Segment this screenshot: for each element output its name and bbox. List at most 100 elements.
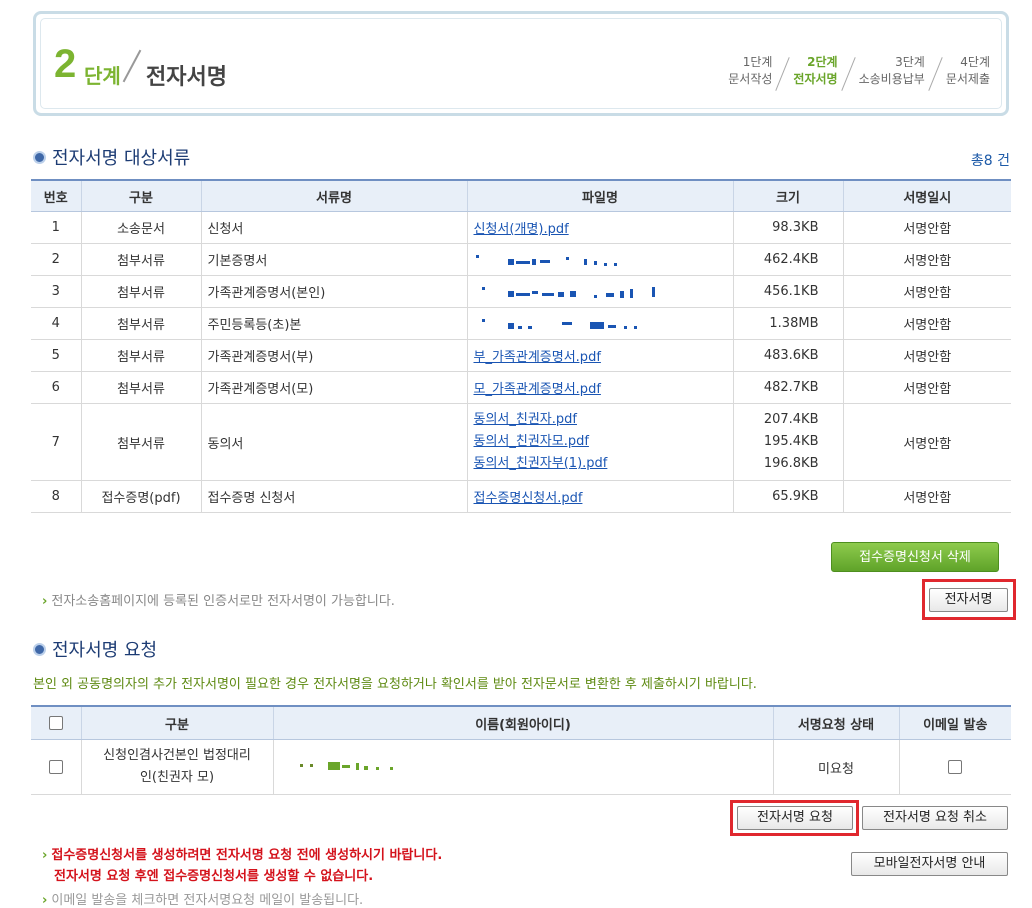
row-category: 접수증명(pdf) <box>80 480 201 513</box>
file-link[interactable]: 동의서_친권자모.pdf <box>474 431 733 453</box>
step-header: 2 단계 전자서명 1단계 문서작성 2단계 전자서명 3단계 소송비용납부 4… <box>33 11 1009 116</box>
row-doc-name: 가족관계증명서(본인) <box>200 275 467 308</box>
row-size: 195.4KB <box>763 434 819 449</box>
row-signed: 서명안함 <box>842 211 1011 244</box>
file-link[interactable]: 모_가족관계증명서.pdf <box>474 382 601 397</box>
col-number: 번호 <box>31 179 81 212</box>
total-count: 총8 건 <box>970 153 1010 169</box>
row-doc-name: 주민등록등(초)본 <box>200 307 467 340</box>
redacted-file-link[interactable] <box>474 253 634 267</box>
row-number: 5 <box>31 339 81 372</box>
row-signed: 서명안함 <box>842 371 1011 404</box>
row-size: 196.8KB <box>763 456 819 471</box>
table-row: 1 소송문서 신청서 신청서(개명).pdf 98.3KB 서명안함 <box>31 211 1011 244</box>
redacted-file-link[interactable] <box>474 285 674 299</box>
row-size: 207.4KB <box>763 412 819 427</box>
redacted-file-link[interactable] <box>474 317 644 331</box>
step-number: 2 <box>54 42 77 86</box>
warning-line-1: › 접수증명신청서를 생성하려면 전자서명 요청 전에 생성하시기 바랍니다. <box>42 845 442 866</box>
table-row: 2 첨부서류 기본증명서 462.4KB 서명안함 <box>31 243 1011 276</box>
step-3: 3단계 소송비용납부 <box>849 54 935 92</box>
mobile-sign-guide-button[interactable]: 모바일전자서명 안내 <box>851 852 1008 876</box>
row-email-cell <box>898 739 1011 795</box>
row-request-status: 미요청 <box>772 739 899 795</box>
request-table-header: 구분 이름(회원아이디) 서명요청 상태 이메일 발송 <box>31 705 1011 740</box>
row-file-cell: 부_가족관계증명서.pdf <box>466 339 733 372</box>
step-4-name: 문서제출 <box>945 72 990 86</box>
arrow-icon: › <box>42 848 48 863</box>
col-category: 구분 <box>80 705 273 740</box>
col-email-send: 이메일 발송 <box>898 705 1011 740</box>
warning-message: › 접수증명신청서를 생성하려면 전자서명 요청 전에 생성하시기 바랍니다. 전… <box>42 845 442 887</box>
select-all-checkbox[interactable] <box>48 716 63 730</box>
step-4: 4단계 문서제출 <box>936 54 1000 92</box>
warning-line-2: 전자서명 요청 후엔 접수증명신청서를 생성할 수 없습니다. <box>54 869 374 884</box>
row-number: 8 <box>31 480 81 513</box>
row-file-cell <box>466 307 733 340</box>
sign-button[interactable]: 전자서명 <box>929 588 1008 612</box>
col-request-status: 서명요청 상태 <box>772 705 899 740</box>
documents-table: 번호 구분 서류명 파일명 크기 서명일시 1 소송문서 신청서 신청서(개명)… <box>31 179 1011 513</box>
col-size: 크기 <box>732 179 843 212</box>
row-file-cell: 접수증명신청서.pdf <box>466 480 733 513</box>
row-size: 1.38MB <box>732 307 843 340</box>
table-row: 신청인겸사건본인 법정대리 인(친권자 모) 미요청 <box>31 739 1011 795</box>
step-word: 단계 <box>84 64 121 88</box>
row-category: 첨부서류 <box>80 403 201 481</box>
file-link[interactable]: 동의서_친권자부(1).pdf <box>474 453 733 475</box>
row-signed: 서명안함 <box>842 307 1011 340</box>
row-category: 첨부서류 <box>80 275 201 308</box>
file-link[interactable]: 동의서_친권자.pdf <box>474 409 733 431</box>
arrow-icon: › <box>42 594 48 609</box>
row-doc-name: 접수증명 신청서 <box>200 480 467 513</box>
table-row: 3 첨부서류 가족관계증명서(본인) 456.1KB 서명안함 <box>31 275 1011 308</box>
row-number: 1 <box>31 211 81 244</box>
row-signed: 서명안함 <box>842 339 1011 372</box>
table-row: 6 첨부서류 가족관계증명서(모) 모_가족관계증명서.pdf 482.7KB … <box>31 371 1011 404</box>
row-number: 6 <box>31 371 81 404</box>
row-select-cell <box>31 739 81 795</box>
delete-receipt-button[interactable]: 접수증명신청서 삭제 <box>831 542 999 572</box>
row-size-cell: 207.4KB 195.4KB 196.8KB <box>732 403 843 481</box>
row-category-line2: 인(친권자 모) <box>139 770 215 785</box>
file-link[interactable]: 접수증명신청서.pdf <box>474 491 583 506</box>
table-row: 4 첨부서류 주민등록등(초)본 1.38MB 서명안함 <box>31 307 1011 340</box>
bullet-icon <box>33 642 46 656</box>
request-section-title-text: 전자서명 요청 <box>52 640 158 661</box>
row-signed: 서명안함 <box>842 403 1011 481</box>
row-size: 462.4KB <box>732 243 843 276</box>
file-link[interactable]: 부_가족관계증명서.pdf <box>474 350 601 365</box>
row-category: 소송문서 <box>80 211 201 244</box>
certificate-note: › 전자소송홈페이지에 등록된 인증서로만 전자서명이 가능합니다. <box>42 590 395 609</box>
file-link[interactable]: 신청서(개명).pdf <box>474 222 569 237</box>
row-category: 첨부서류 <box>80 307 201 340</box>
request-sign-button[interactable]: 전자서명 요청 <box>737 806 853 830</box>
step-2-label: 2단계 <box>807 55 838 69</box>
step-1-name: 문서작성 <box>728 72 773 86</box>
email-send-checkbox[interactable] <box>948 760 963 774</box>
row-signed: 서명안함 <box>842 480 1011 513</box>
documents-section-title: 전자서명 대상서류 <box>33 144 190 170</box>
col-category: 구분 <box>80 179 201 212</box>
col-name-id: 이름(회원아이디) <box>272 705 773 740</box>
row-number: 7 <box>31 403 81 481</box>
row-category: 첨부서류 <box>80 371 201 404</box>
warning-line-1-text: 접수증명신청서를 생성하려면 전자서명 요청 전에 생성하시기 바랍니다. <box>51 848 443 863</box>
col-file-name: 파일명 <box>466 179 733 212</box>
request-table: 구분 이름(회원아이디) 서명요청 상태 이메일 발송 신청인겸사건본인 법정대… <box>31 705 1011 795</box>
documents-table-header: 번호 구분 서류명 파일명 크기 서명일시 <box>31 179 1011 212</box>
bullet-icon <box>33 150 46 164</box>
step-indicator: 1단계 문서작성 2단계 전자서명 3단계 소송비용납부 4단계 문서제출 <box>718 54 1000 92</box>
row-checkbox[interactable] <box>48 760 63 774</box>
table-row: 5 첨부서류 가족관계증명서(부) 부_가족관계증명서.pdf 483.6KB … <box>31 339 1011 372</box>
cancel-request-button[interactable]: 전자서명 요청 취소 <box>862 806 1008 830</box>
row-file-cell: 모_가족관계증명서.pdf <box>466 371 733 404</box>
row-number: 3 <box>31 275 81 308</box>
col-signed-date: 서명일시 <box>842 179 1011 212</box>
email-note: › 이메일 발송을 체크하면 전자서명요청 메일이 발송됩니다. <box>42 889 363 908</box>
row-category-line1: 신청인겸사건본인 법정대리 <box>103 748 251 763</box>
row-doc-name: 가족관계증명서(부) <box>200 339 467 372</box>
row-size: 483.6KB <box>732 339 843 372</box>
page-title: 전자서명 <box>146 65 227 90</box>
request-description: 본인 외 공동명의자의 추가 전자서명이 필요한 경우 전자서명을 요청하거나 … <box>33 677 757 692</box>
